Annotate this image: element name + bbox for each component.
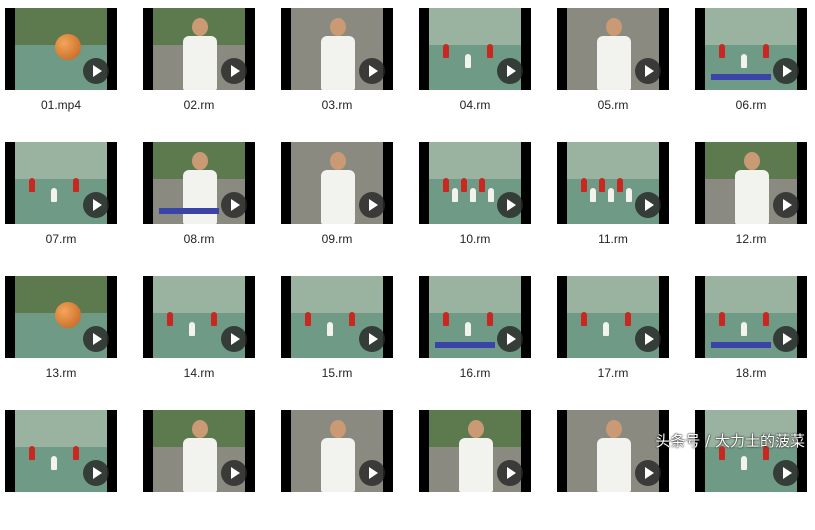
video-thumbnail[interactable] (143, 410, 255, 492)
play-icon[interactable] (635, 326, 661, 352)
play-icon[interactable] (83, 192, 109, 218)
file-tile[interactable]: 13.rm (5, 276, 117, 396)
file-tile[interactable]: 01.mp4 (5, 8, 117, 128)
file-tile[interactable]: 17.rm (557, 276, 669, 396)
file-name: 09.rm (321, 232, 353, 246)
video-thumbnail[interactable] (5, 142, 117, 224)
play-icon[interactable] (221, 58, 247, 84)
video-thumbnail[interactable] (557, 8, 669, 90)
file-tile[interactable]: 05.rm (557, 8, 669, 128)
video-thumbnail[interactable] (695, 410, 807, 492)
play-icon[interactable] (83, 326, 109, 352)
play-icon[interactable] (221, 192, 247, 218)
file-name: 07.rm (45, 232, 77, 246)
file-tile[interactable] (143, 410, 255, 530)
file-name: 10.rm (459, 232, 491, 246)
file-tile[interactable]: 04.rm (419, 8, 531, 128)
play-icon[interactable] (359, 192, 385, 218)
video-thumbnail[interactable] (695, 8, 807, 90)
file-name: 12.rm (735, 232, 767, 246)
video-thumbnail[interactable] (143, 142, 255, 224)
video-thumbnail[interactable] (143, 276, 255, 358)
file-tile[interactable]: 18.rm (695, 276, 807, 396)
play-icon[interactable] (497, 58, 523, 84)
video-thumbnail[interactable] (695, 142, 807, 224)
video-thumbnail[interactable] (419, 8, 531, 90)
play-icon[interactable] (635, 460, 661, 486)
file-name: 16.rm (459, 366, 491, 380)
file-tile[interactable]: 03.rm (281, 8, 393, 128)
file-name: 15.rm (321, 366, 353, 380)
file-tile[interactable]: 15.rm (281, 276, 393, 396)
play-icon[interactable] (773, 192, 799, 218)
file-tile[interactable]: 11.rm (557, 142, 669, 262)
file-name: 13.rm (45, 366, 77, 380)
file-tile[interactable]: 10.rm (419, 142, 531, 262)
play-icon[interactable] (635, 192, 661, 218)
play-icon[interactable] (221, 460, 247, 486)
file-name: 06.rm (735, 98, 767, 112)
video-thumbnail[interactable] (143, 8, 255, 90)
file-tile[interactable]: 08.rm (143, 142, 255, 262)
play-icon[interactable] (773, 326, 799, 352)
play-icon[interactable] (497, 460, 523, 486)
video-thumbnail[interactable] (419, 142, 531, 224)
file-tile[interactable]: 02.rm (143, 8, 255, 128)
play-icon[interactable] (359, 326, 385, 352)
play-icon[interactable] (773, 58, 799, 84)
file-name: 08.rm (183, 232, 215, 246)
file-tile[interactable] (695, 410, 807, 530)
video-thumbnail[interactable] (419, 276, 531, 358)
video-thumbnail[interactable] (5, 8, 117, 90)
watermark: 头条号 / 大力士的菠菜 (655, 432, 805, 450)
file-name: 18.rm (735, 366, 767, 380)
play-icon[interactable] (635, 58, 661, 84)
file-name: 02.rm (183, 98, 215, 112)
file-tile[interactable] (557, 410, 669, 530)
file-tile[interactable]: 14.rm (143, 276, 255, 396)
play-icon[interactable] (359, 58, 385, 84)
video-thumbnail[interactable] (557, 410, 669, 492)
video-thumbnail[interactable] (557, 142, 669, 224)
video-thumbnail[interactable] (557, 276, 669, 358)
video-thumbnail[interactable] (5, 276, 117, 358)
video-thumbnail[interactable] (281, 276, 393, 358)
video-thumbnail[interactable] (281, 410, 393, 492)
video-thumbnail[interactable] (281, 8, 393, 90)
file-tile[interactable]: 06.rm (695, 8, 807, 128)
file-name: 11.rm (598, 232, 628, 246)
play-icon[interactable] (497, 192, 523, 218)
file-tile[interactable] (419, 410, 531, 530)
file-tile[interactable]: 16.rm (419, 276, 531, 396)
file-name: 17.rm (597, 366, 629, 380)
video-thumbnail[interactable] (5, 410, 117, 492)
file-name: 04.rm (459, 98, 491, 112)
file-tile[interactable] (281, 410, 393, 530)
play-icon[interactable] (359, 460, 385, 486)
file-tile[interactable]: 07.rm (5, 142, 117, 262)
video-thumbnail[interactable] (695, 276, 807, 358)
file-tile[interactable]: 12.rm (695, 142, 807, 262)
file-name: 14.rm (183, 366, 215, 380)
file-name: 03.rm (321, 98, 353, 112)
play-icon[interactable] (83, 460, 109, 486)
file-name: 01.mp4 (40, 98, 82, 112)
file-tile[interactable] (5, 410, 117, 530)
play-icon[interactable] (221, 326, 247, 352)
file-tile[interactable]: 09.rm (281, 142, 393, 262)
play-icon[interactable] (497, 326, 523, 352)
file-grid: 01.mp4 02.rm 03.rm 04.rm 05.rm 06.rm 07.rm 08.r… (0, 0, 815, 492)
video-thumbnail[interactable] (419, 410, 531, 492)
play-icon[interactable] (83, 58, 109, 84)
file-name: 05.rm (597, 98, 629, 112)
video-thumbnail[interactable] (281, 142, 393, 224)
play-icon[interactable] (773, 460, 799, 486)
